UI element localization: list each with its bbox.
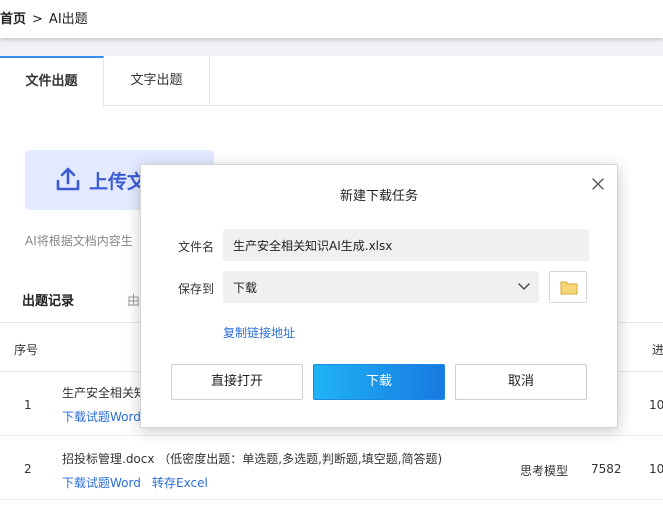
download-word-link[interactable]: 下载试题Word <box>62 474 141 491</box>
upload-label: 上传文 <box>89 171 147 193</box>
folder-icon <box>560 281 578 295</box>
download-button[interactable]: 下载 <box>313 364 445 400</box>
tab-file-questions[interactable]: 文件出题 <box>0 56 104 107</box>
upload-hint: AI将根据文档内容生 <box>25 234 133 248</box>
row-count: 10 <box>649 398 663 412</box>
close-icon[interactable] <box>589 175 607 193</box>
cancel-button[interactable]: 取消 <box>455 364 587 400</box>
row-filename: 生产安全相关知 <box>62 386 147 400</box>
breadcrumb-bar: 首页 > AI出题 <box>0 0 663 38</box>
records-subtitle: 由 <box>127 294 141 309</box>
records-title: 出题记录 <box>22 294 75 309</box>
chevron-down-icon <box>518 283 530 290</box>
filename-label: 文件名 <box>178 240 215 254</box>
table-row: 2 招投标管理.docx （低密度出题：单选题,多选题,判断题,填空题,简答题)… <box>0 436 663 500</box>
row-filename: 招投标管理.docx （低密度出题：单选题,多选题,判断题,填空题,简答题) <box>62 452 443 466</box>
header-progress: 进 <box>652 343 663 357</box>
page-gap <box>0 38 663 56</box>
new-download-dialog: 新建下载任务 文件名 生产安全相关知识AI生成.xlsx 保存到 下载 复制链接… <box>140 164 618 428</box>
breadcrumb: 首页 > AI出题 <box>0 8 88 27</box>
copy-link-address[interactable]: 复制链接地址 <box>223 324 295 341</box>
saveto-select[interactable]: 下载 <box>223 271 539 303</box>
upload-icon <box>56 167 80 191</box>
tab-bar: 文件出题 文字出题 <box>0 56 663 107</box>
open-directly-button[interactable]: 直接打开 <box>171 364 303 400</box>
saveto-value: 下载 <box>233 281 258 295</box>
dialog-title: 新建下载任务 <box>339 189 418 204</box>
row-model: 思考模型 <box>520 464 569 478</box>
browse-folder-button[interactable] <box>549 271 587 303</box>
row-index: 2 <box>24 462 32 476</box>
row-index: 1 <box>24 398 32 412</box>
tab-text-questions[interactable]: 文字出题 <box>104 56 210 106</box>
breadcrumb-current: AI出题 <box>48 12 88 27</box>
row-number: 7582 <box>591 462 622 476</box>
row-count: 10 <box>649 462 663 476</box>
save-excel-link[interactable]: 转存Excel <box>152 474 208 491</box>
download-word-link[interactable]: 下载试题Word <box>62 408 141 425</box>
saveto-label: 保存到 <box>178 282 215 296</box>
filename-field[interactable]: 生产安全相关知识AI生成.xlsx <box>223 229 589 261</box>
breadcrumb-separator: > <box>32 12 43 27</box>
header-index: 序号 <box>14 343 39 357</box>
breadcrumb-home[interactable]: 首页 <box>0 12 26 27</box>
